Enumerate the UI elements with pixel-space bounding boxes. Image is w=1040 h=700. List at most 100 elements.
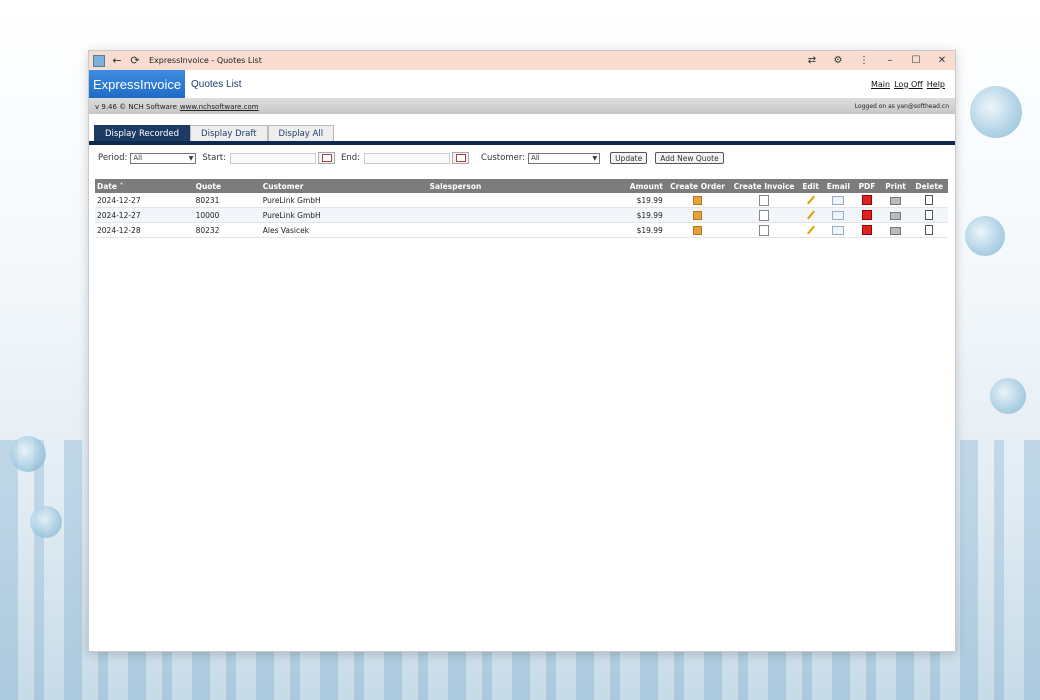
- end-date-input[interactable]: [364, 152, 451, 164]
- customer-label: Customer:: [481, 153, 526, 163]
- row-quote[interactable]: 80232: [193, 222, 261, 238]
- start-label: Start:: [202, 153, 227, 163]
- print-icon[interactable]: [890, 226, 902, 235]
- order-icon[interactable]: [693, 195, 703, 205]
- end-calendar-button[interactable]: [452, 152, 470, 164]
- table-row: 2024-12-27 10000 PureLink GmbH $19.99: [95, 207, 948, 223]
- pdf-icon[interactable]: [862, 195, 872, 205]
- row-amount: $19.99: [556, 207, 665, 223]
- table-header-row: Date ˄ Quote Customer Salesperson Amount…: [95, 179, 948, 193]
- pdf-icon[interactable]: [862, 210, 872, 220]
- row-quote[interactable]: 80231: [193, 193, 261, 208]
- background-bubble: [10, 436, 46, 472]
- col-create-order: Create Order: [664, 179, 731, 193]
- row-customer: Ales Vasicek: [260, 222, 428, 238]
- customer-value: All: [531, 154, 540, 162]
- minimize-icon[interactable]: –: [877, 55, 903, 66]
- row-amount: $19.99: [556, 193, 665, 208]
- row-date: 2024-12-28: [95, 222, 194, 238]
- col-print: Print: [880, 179, 911, 193]
- translate-icon[interactable]: ⇄: [799, 55, 825, 66]
- page-title: Quotes List: [191, 78, 242, 90]
- pdf-icon[interactable]: [862, 225, 872, 235]
- order-icon[interactable]: [693, 225, 703, 235]
- chevron-down-icon: ▼: [188, 154, 194, 162]
- invoice-icon[interactable]: [759, 209, 770, 221]
- col-edit: Edit: [797, 179, 824, 193]
- browser-window: ← ⟳ ExpressInvoice - Quotes List ⇄ ⚙ ⋮ –…: [88, 50, 956, 652]
- background-bubble: [30, 506, 62, 538]
- row-quote[interactable]: 10000: [193, 207, 261, 223]
- end-label: End:: [341, 153, 361, 163]
- close-icon[interactable]: ✕: [929, 55, 955, 66]
- row-salesperson: [427, 207, 557, 223]
- main-link[interactable]: Main: [871, 80, 890, 89]
- app-header: ExpressInvoice Quotes List Main Log Off …: [89, 70, 955, 99]
- edit-icon[interactable]: [806, 195, 815, 205]
- row-date: 2024-12-27: [95, 207, 194, 223]
- table-row: 2024-12-27 80231 PureLink GmbH $19.99: [95, 193, 948, 208]
- quotes-table: Date ˄ Quote Customer Salesperson Amount…: [95, 179, 948, 238]
- top-links: Main Log Off Help: [871, 70, 955, 98]
- order-icon[interactable]: [693, 210, 703, 220]
- info-bar: v 9.46 © NCH Software www.nchsoftware.co…: [89, 99, 955, 114]
- view-tabs: Display Recorded Display Draft Display A…: [94, 125, 955, 141]
- col-date[interactable]: Date ˄: [95, 179, 194, 193]
- invoice-icon[interactable]: [759, 224, 770, 236]
- delete-icon[interactable]: [925, 210, 934, 220]
- edit-icon[interactable]: [806, 210, 815, 220]
- print-icon[interactable]: [890, 196, 902, 205]
- calendar-icon: [321, 154, 332, 162]
- period-value: All: [133, 154, 143, 162]
- app-logo: ExpressInvoice: [89, 70, 185, 98]
- help-link[interactable]: Help: [927, 80, 945, 89]
- app-icon: [93, 54, 105, 67]
- period-select[interactable]: All ▼: [130, 152, 197, 164]
- delete-icon[interactable]: [925, 195, 934, 205]
- customer-select[interactable]: All ▼: [528, 152, 601, 164]
- back-icon[interactable]: ←: [111, 54, 123, 67]
- email-icon[interactable]: [832, 210, 845, 220]
- invoice-icon[interactable]: [759, 194, 770, 206]
- row-salesperson: [427, 193, 557, 208]
- col-create-invoice: Create Invoice: [730, 179, 798, 193]
- background-bubble: [990, 378, 1026, 414]
- col-email: Email: [823, 179, 854, 193]
- extension-icon[interactable]: ⚙: [825, 55, 851, 66]
- col-customer[interactable]: Customer: [260, 179, 428, 193]
- row-date: 2024-12-27: [95, 193, 194, 208]
- tab-display-all[interactable]: Display All: [267, 125, 335, 141]
- website-link[interactable]: www.nchsoftware.com: [180, 103, 259, 111]
- row-customer: PureLink GmbH: [260, 193, 428, 208]
- delete-icon[interactable]: [925, 225, 934, 235]
- calendar-icon: [455, 154, 466, 162]
- print-icon[interactable]: [890, 211, 902, 220]
- table-row: 2024-12-28 80232 Ales Vasicek $19.99: [95, 222, 948, 238]
- update-button[interactable]: Update: [610, 152, 648, 164]
- background-bubble: [970, 86, 1022, 138]
- tab-display-recorded[interactable]: Display Recorded: [94, 125, 191, 141]
- title-bar: ← ⟳ ExpressInvoice - Quotes List ⇄ ⚙ ⋮ –…: [89, 51, 955, 70]
- tab-display-draft[interactable]: Display Draft: [190, 125, 268, 141]
- start-date-input[interactable]: [230, 152, 317, 164]
- logged-in-text: Logged on as yan@softhead.cn: [854, 103, 949, 110]
- row-salesperson: [427, 222, 557, 238]
- start-calendar-button[interactable]: [318, 152, 336, 164]
- email-icon[interactable]: [832, 195, 845, 205]
- more-icon[interactable]: ⋮: [851, 55, 877, 66]
- maximize-icon[interactable]: ☐: [903, 55, 929, 66]
- background-bubble: [965, 216, 1005, 256]
- edit-icon[interactable]: [806, 225, 815, 235]
- row-customer: PureLink GmbH: [260, 207, 428, 223]
- add-new-quote-button[interactable]: Add New Quote: [655, 152, 724, 164]
- log-off-link[interactable]: Log Off: [894, 80, 923, 89]
- col-quote[interactable]: Quote: [193, 179, 261, 193]
- col-amount[interactable]: Amount: [556, 179, 665, 193]
- email-icon[interactable]: [832, 225, 845, 235]
- version-text: v 9.46 © NCH Software: [95, 102, 177, 111]
- col-salesperson[interactable]: Salesperson: [427, 179, 557, 193]
- chevron-down-icon: ▼: [592, 154, 598, 162]
- filter-bar: Period: All ▼ Start: End: Customer: All …: [89, 145, 955, 164]
- window-title: ExpressInvoice - Quotes List: [149, 56, 262, 65]
- refresh-icon[interactable]: ⟳: [129, 54, 141, 67]
